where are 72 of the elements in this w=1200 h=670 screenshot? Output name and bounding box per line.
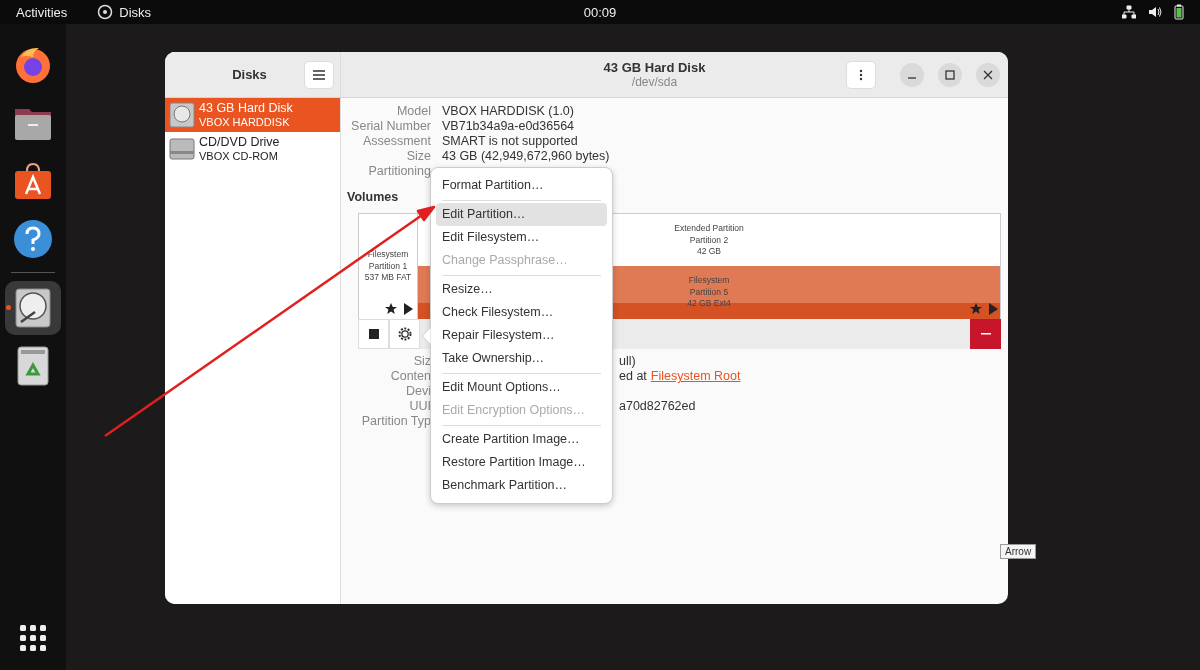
drive-item[interactable]: 43 GB Hard Disk VBOX HARDDISK bbox=[165, 98, 340, 132]
field-label: Conten bbox=[389, 369, 431, 384]
battery-icon[interactable] bbox=[1174, 4, 1184, 20]
volumes-heading: Volumes bbox=[347, 190, 400, 204]
clock[interactable]: 00:09 bbox=[583, 4, 617, 20]
drive-model: VBOX HARDDISK bbox=[199, 115, 291, 129]
menu-item[interactable]: Edit Partition… bbox=[436, 203, 607, 226]
play-icon bbox=[403, 303, 413, 315]
mount-point-link[interactable]: Filesystem Root bbox=[650, 369, 741, 384]
menu-item[interactable]: Create Partition Image… bbox=[436, 428, 607, 451]
window-title: 43 GB Hard Disk bbox=[603, 60, 706, 75]
menu-item[interactable]: Resize… bbox=[436, 278, 607, 301]
field-value: VB71b34a9a-e0d36564 bbox=[442, 119, 576, 134]
partition-label[interactable]: Extended Partition Partition 2 42 GB bbox=[674, 223, 744, 258]
menu-item[interactable]: Format Partition… bbox=[436, 174, 607, 197]
sidebar-title: Disks bbox=[231, 67, 268, 82]
field-label: Size bbox=[405, 149, 431, 164]
minus-icon bbox=[980, 333, 991, 335]
app-menu[interactable]: Disks bbox=[119, 4, 152, 20]
drive-model: VBOX CD-ROM bbox=[199, 149, 279, 163]
menu-item[interactable]: Restore Partition Image… bbox=[436, 451, 607, 474]
field-label: UUI bbox=[408, 399, 431, 414]
field-value: VBOX HARDDISK (1.0) bbox=[442, 104, 575, 119]
dock-item[interactable] bbox=[5, 281, 61, 335]
field-label: Partition Typ bbox=[360, 414, 431, 429]
settings-icon bbox=[396, 326, 413, 342]
field-value: SMART is not supported bbox=[442, 134, 579, 149]
drive-title: CD/DVD Drive bbox=[199, 135, 280, 149]
help-icon bbox=[13, 219, 53, 259]
app-grid-icon[interactable] bbox=[19, 624, 47, 652]
trash-icon bbox=[17, 346, 49, 386]
firefox-icon bbox=[13, 45, 53, 85]
partition-label: Filesystem Partition 1 537 MB FAT bbox=[364, 249, 412, 284]
activities-button[interactable]: Activities bbox=[16, 4, 68, 20]
menu-item[interactable]: Edit Mount Options… bbox=[436, 376, 607, 399]
field-value: ull) bbox=[619, 354, 636, 369]
partition-label: Filesystem Partition 5 42 GB Ext4 bbox=[687, 275, 731, 310]
play-icon bbox=[988, 303, 998, 315]
field-label: Serial Number bbox=[350, 119, 431, 134]
menu-item[interactable]: Edit Filesystem… bbox=[436, 226, 607, 249]
close-icon bbox=[983, 69, 993, 80]
drive-title: 43 GB Hard Disk bbox=[199, 101, 293, 115]
more-icon bbox=[859, 68, 863, 81]
minimize-icon bbox=[907, 76, 917, 79]
star-icon bbox=[385, 303, 397, 315]
field-label: Model bbox=[395, 104, 431, 119]
network-icon[interactable] bbox=[1122, 5, 1136, 19]
field-label: Partitioning bbox=[367, 164, 431, 179]
volume-icon[interactable] bbox=[1148, 5, 1162, 19]
menu-item[interactable]: Benchmark Partition… bbox=[436, 474, 607, 497]
shopping-bag-icon bbox=[13, 161, 53, 201]
menu-icon bbox=[313, 69, 325, 80]
tooltip: Arrow bbox=[1000, 544, 1037, 559]
disk-icon bbox=[97, 4, 114, 20]
menu-button[interactable] bbox=[304, 60, 334, 89]
maximize-icon bbox=[945, 69, 955, 80]
field-label: Assessment bbox=[361, 134, 431, 149]
field-label: Siz bbox=[412, 354, 431, 369]
star-icon bbox=[970, 303, 982, 315]
optical-drive-icon bbox=[169, 136, 195, 162]
close-button[interactable] bbox=[976, 62, 1000, 87]
unmount-button[interactable] bbox=[358, 319, 389, 349]
field-value: 43 GB (42,949,672,960 bytes) bbox=[442, 149, 611, 164]
minimize-button[interactable] bbox=[900, 62, 924, 87]
field-label: Devi bbox=[405, 384, 431, 399]
menu-item[interactable]: Take Ownership… bbox=[436, 347, 607, 370]
field-value: ed at bbox=[619, 369, 647, 384]
window-subtitle: /dev/sda bbox=[631, 74, 678, 89]
field-value: a70d82762ed bbox=[619, 399, 696, 414]
drive-item[interactable]: CD/DVD Drive VBOX CD-ROM bbox=[165, 132, 340, 166]
stop-icon bbox=[368, 329, 379, 339]
maximize-button[interactable] bbox=[938, 62, 962, 87]
